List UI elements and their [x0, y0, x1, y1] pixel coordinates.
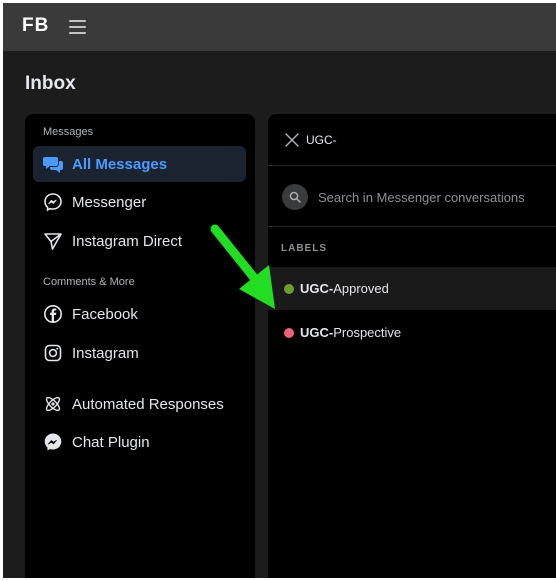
search-icon[interactable]	[282, 184, 308, 210]
label-color-dot	[284, 283, 294, 294]
paper-plane-icon	[43, 231, 63, 251]
label-option-approved[interactable]: UGC-Approved	[268, 267, 556, 310]
section-label-comments: Comments & More	[43, 276, 135, 288]
section-label-messages: Messages	[43, 126, 94, 138]
atom-icon	[43, 394, 63, 414]
close-icon[interactable]	[285, 133, 299, 147]
label-search-input[interactable]	[306, 130, 506, 150]
facebook-icon	[43, 304, 63, 324]
label-text: UGC-Prospective	[300, 325, 402, 340]
sidebar-item-label: Instagram Direct	[72, 232, 183, 250]
sidebar-item-label: Facebook	[72, 305, 138, 323]
logo[interactable]: FB	[22, 15, 49, 37]
sidebar-item-label: All Messages	[72, 155, 168, 173]
label-color-dot	[284, 327, 294, 338]
messenger-icon	[43, 432, 63, 452]
chat-bubbles-icon	[43, 154, 63, 174]
sidebar-item-all-messages[interactable]: All Messages	[33, 146, 246, 182]
label-filter-panel: LABELS UGC-Approved UGC-Prospective	[268, 114, 556, 578]
message-search-input[interactable]	[318, 187, 556, 207]
sidebar: Messages All Messages Messenger Instagra…	[25, 114, 255, 578]
top-bar: FB	[3, 3, 556, 51]
sidebar-item-label: Automated Responses	[72, 395, 224, 413]
sidebar-item-label: Messenger	[72, 193, 147, 211]
page-title: Inbox	[25, 73, 76, 94]
green-arrow-annotation	[210, 224, 275, 309]
sidebar-item-instagram[interactable]: Instagram	[33, 335, 246, 371]
sidebar-item-automated-responses[interactable]: Automated Responses	[33, 386, 246, 422]
menu-icon[interactable]	[69, 20, 86, 34]
labels-heading: LABELS	[281, 243, 327, 254]
label-search-row	[268, 114, 556, 166]
sidebar-item-label: Instagram	[72, 344, 139, 362]
sidebar-item-label: Chat Plugin	[72, 433, 150, 451]
label-option-prospective[interactable]: UGC-Prospective	[268, 311, 556, 354]
sidebar-item-messenger[interactable]: Messenger	[33, 184, 246, 220]
instagram-icon	[43, 343, 63, 363]
app-frame: FB Inbox Messages All Messages Messenger…	[3, 3, 556, 578]
label-text: UGC-Approved	[300, 281, 389, 296]
messenger-icon	[43, 192, 63, 212]
sidebar-item-chat-plugin[interactable]: Chat Plugin	[33, 424, 246, 460]
message-search-row	[268, 167, 556, 227]
